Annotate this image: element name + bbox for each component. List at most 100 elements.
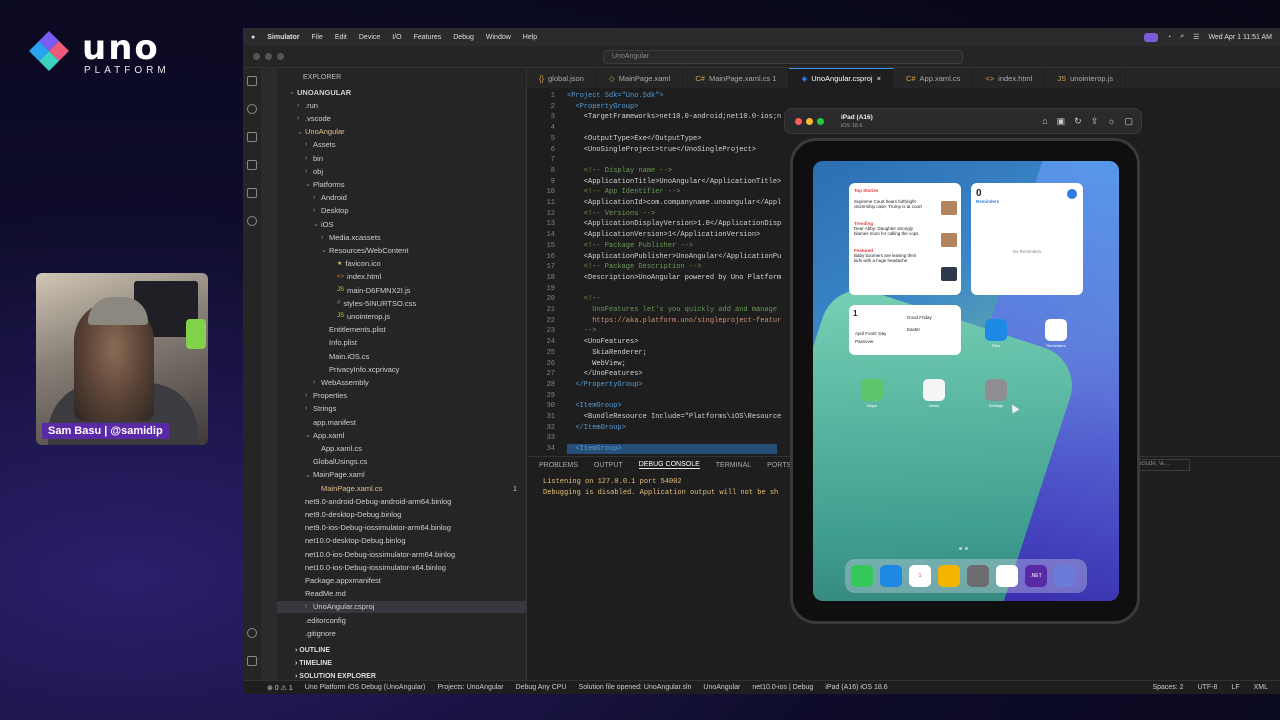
file-tree-row[interactable]: ⌄ App.xaml xyxy=(277,429,527,441)
file-tree-row[interactable]: net9.0-desktop-Debug.binlog xyxy=(277,508,527,520)
file-tree-row[interactable]: › Android xyxy=(277,192,527,204)
menu-item-debug[interactable]: Debug xyxy=(453,34,474,41)
editor-tab[interactable]: ◈ UnoAngular.csproj × xyxy=(789,68,894,88)
file-tree-row[interactable]: ⌄ MainPage.xaml xyxy=(277,469,527,481)
reminders-app-icon[interactable] xyxy=(1045,319,1067,341)
status-item[interactable]: UnoAngular xyxy=(703,684,740,692)
status-item[interactable]: Debug Any CPU xyxy=(516,684,567,692)
app-library-icon[interactable] xyxy=(1054,565,1076,587)
file-tree-row[interactable]: PrivacyInfo.xcprivacy xyxy=(277,363,527,375)
chevron-icon[interactable]: ⌄ xyxy=(321,246,329,254)
safari-icon[interactable] xyxy=(880,565,902,587)
chevron-icon[interactable]: › xyxy=(313,379,321,386)
status-item[interactable]: iPad (A16) iOS 18.6 xyxy=(825,684,887,692)
file-tree-row[interactable]: app.manifest xyxy=(277,416,527,428)
file-tree-row[interactable]: ⌄ Platforms xyxy=(277,178,527,190)
chevron-icon[interactable]: › xyxy=(313,194,321,201)
apple-icon[interactable]: ● xyxy=(251,34,255,41)
file-tree-row[interactable]: .gitignore xyxy=(277,627,527,639)
file-tree-row[interactable]: › bin xyxy=(277,152,527,164)
sidebar-section-outline[interactable]: › OUTLINE xyxy=(277,644,527,656)
file-tree-row[interactable]: Package.appxmanifest xyxy=(277,574,527,586)
sim-minimize-icon[interactable] xyxy=(806,118,813,125)
file-tree-row[interactable]: ⌄ UNOANGULAR xyxy=(277,86,527,98)
chevron-icon[interactable]: › xyxy=(305,141,313,148)
search-icon[interactable] xyxy=(247,104,257,114)
editor-tab[interactable]: {} global.json xyxy=(527,68,597,88)
chevron-icon[interactable]: ⌄ xyxy=(289,88,297,96)
file-tree-row[interactable]: › Strings xyxy=(277,403,527,415)
reminders-widget[interactable]: 0 Reminders No Reminders xyxy=(971,183,1083,295)
screenshot-icon[interactable]: ▣ xyxy=(1057,116,1066,127)
news-widget[interactable]: Top Stories Supreme Court hears birthrig… xyxy=(849,183,961,295)
file-tree-row[interactable]: ⌄ iOS xyxy=(277,218,527,230)
explorer-icon[interactable] xyxy=(247,76,257,86)
status-item[interactable]: Spaces: 2 xyxy=(1152,684,1183,691)
chevron-icon[interactable]: › xyxy=(321,234,329,241)
close-tab-icon[interactable]: × xyxy=(877,74,881,83)
chevron-icon[interactable]: ⌄ xyxy=(297,128,305,136)
chevron-icon[interactable]: › xyxy=(297,102,305,109)
home-icon[interactable]: ⌂ xyxy=(1042,116,1047,127)
chevron-icon[interactable]: › xyxy=(305,405,313,412)
file-tree-row[interactable]: # styles-5INURTSO.css xyxy=(277,297,527,309)
panel-tab-problems[interactable]: PROBLEMS xyxy=(539,462,578,469)
menu-item-help[interactable]: Help xyxy=(523,34,537,41)
command-center-search[interactable]: UnoAngular xyxy=(603,50,963,64)
menu-item-io[interactable]: I/O xyxy=(392,34,401,41)
chevron-icon[interactable]: › xyxy=(305,603,313,610)
chevron-icon[interactable]: › xyxy=(305,155,313,162)
file-tree-row[interactable]: net9.0-ios-Debug-iossimulator-arm64.binl… xyxy=(277,522,527,534)
settings-gear-icon[interactable] xyxy=(247,656,257,666)
status-item[interactable]: Projects: UnoAngular xyxy=(437,684,503,692)
editor-tab[interactable]: C# App.xaml.cs xyxy=(894,68,974,88)
file-tree-row[interactable]: .editorconfig xyxy=(277,614,527,626)
file-tree-row[interactable]: › Desktop xyxy=(277,205,527,217)
brightness-icon[interactable]: ☼ xyxy=(1107,116,1115,127)
file-tree-row[interactable]: › WebAssembly xyxy=(277,376,527,388)
wifi-icon[interactable]: ◔ xyxy=(1167,34,1171,41)
chevron-icon[interactable]: ⌄ xyxy=(305,431,313,439)
file-tree-row[interactable]: › .run xyxy=(277,99,527,111)
file-tree-row[interactable]: net10.0-desktop-Debug.binlog xyxy=(277,535,527,547)
chevron-icon[interactable]: › xyxy=(297,115,305,122)
menu-item-device[interactable]: Device xyxy=(359,34,380,41)
panel-tab-debug-console[interactable]: DEBUG CONSOLE xyxy=(638,461,700,469)
file-tree-row[interactable]: net10.0-ios-Debug-iossimulator-arm64.bin… xyxy=(277,548,527,560)
status-item[interactable]: UTF-8 xyxy=(1198,684,1218,691)
editor-tab[interactable]: C# MainPage.xaml.cs 1 xyxy=(683,68,790,88)
menu-item-features[interactable]: Features xyxy=(414,34,442,41)
file-tree-row[interactable]: › obj xyxy=(277,165,527,177)
editor-tab[interactable]: ◇ MainPage.xaml xyxy=(597,68,684,88)
close-window-icon[interactable] xyxy=(253,53,260,60)
status-item[interactable]: ⊗ 0 ⚠ 1 xyxy=(267,684,293,692)
rotate-icon[interactable]: ↻ xyxy=(1074,116,1082,127)
editor-tab[interactable]: <> index.html xyxy=(973,68,1046,88)
panel-tab-output[interactable]: OUTPUT xyxy=(594,462,623,469)
run-debug-icon[interactable] xyxy=(247,160,257,170)
source-control-icon[interactable] xyxy=(247,132,257,142)
files-app-icon[interactable] xyxy=(985,319,1007,341)
control-center-icon[interactable]: ☰ xyxy=(1193,33,1199,41)
chevron-icon[interactable]: › xyxy=(305,392,313,399)
file-tree-row[interactable]: <> index.html xyxy=(277,271,527,283)
chevron-icon[interactable]: › xyxy=(305,168,313,175)
stop-icon[interactable]: ▢ xyxy=(1124,116,1133,127)
calendar-icon[interactable]: 1 xyxy=(909,565,931,587)
status-item[interactable]: net10.0-ios | Debug xyxy=(752,684,813,692)
status-item[interactable]: Uno Platform iOS Debug (UnoAngular) xyxy=(305,684,426,692)
file-tree-row[interactable]: Main.iOS.cs xyxy=(277,350,527,362)
messages-icon[interactable] xyxy=(851,565,873,587)
status-item[interactable]: LF xyxy=(1231,684,1239,691)
menu-item-window[interactable]: Window xyxy=(486,34,511,41)
news-app-icon[interactable] xyxy=(923,379,945,401)
file-tree-row[interactable]: › Assets xyxy=(277,139,527,151)
photos-icon[interactable] xyxy=(938,565,960,587)
menu-item-file[interactable]: File xyxy=(312,34,323,41)
settings-app-icon[interactable] xyxy=(985,379,1007,401)
menu-item-edit[interactable]: Edit xyxy=(335,34,347,41)
maps-app-icon[interactable] xyxy=(861,379,883,401)
recording-icon[interactable] xyxy=(1144,32,1158,42)
file-tree-row[interactable]: ⌄ UnoAngular xyxy=(277,126,527,138)
status-item[interactable]: Solution file opened: UnoAngular.sln xyxy=(579,684,692,692)
